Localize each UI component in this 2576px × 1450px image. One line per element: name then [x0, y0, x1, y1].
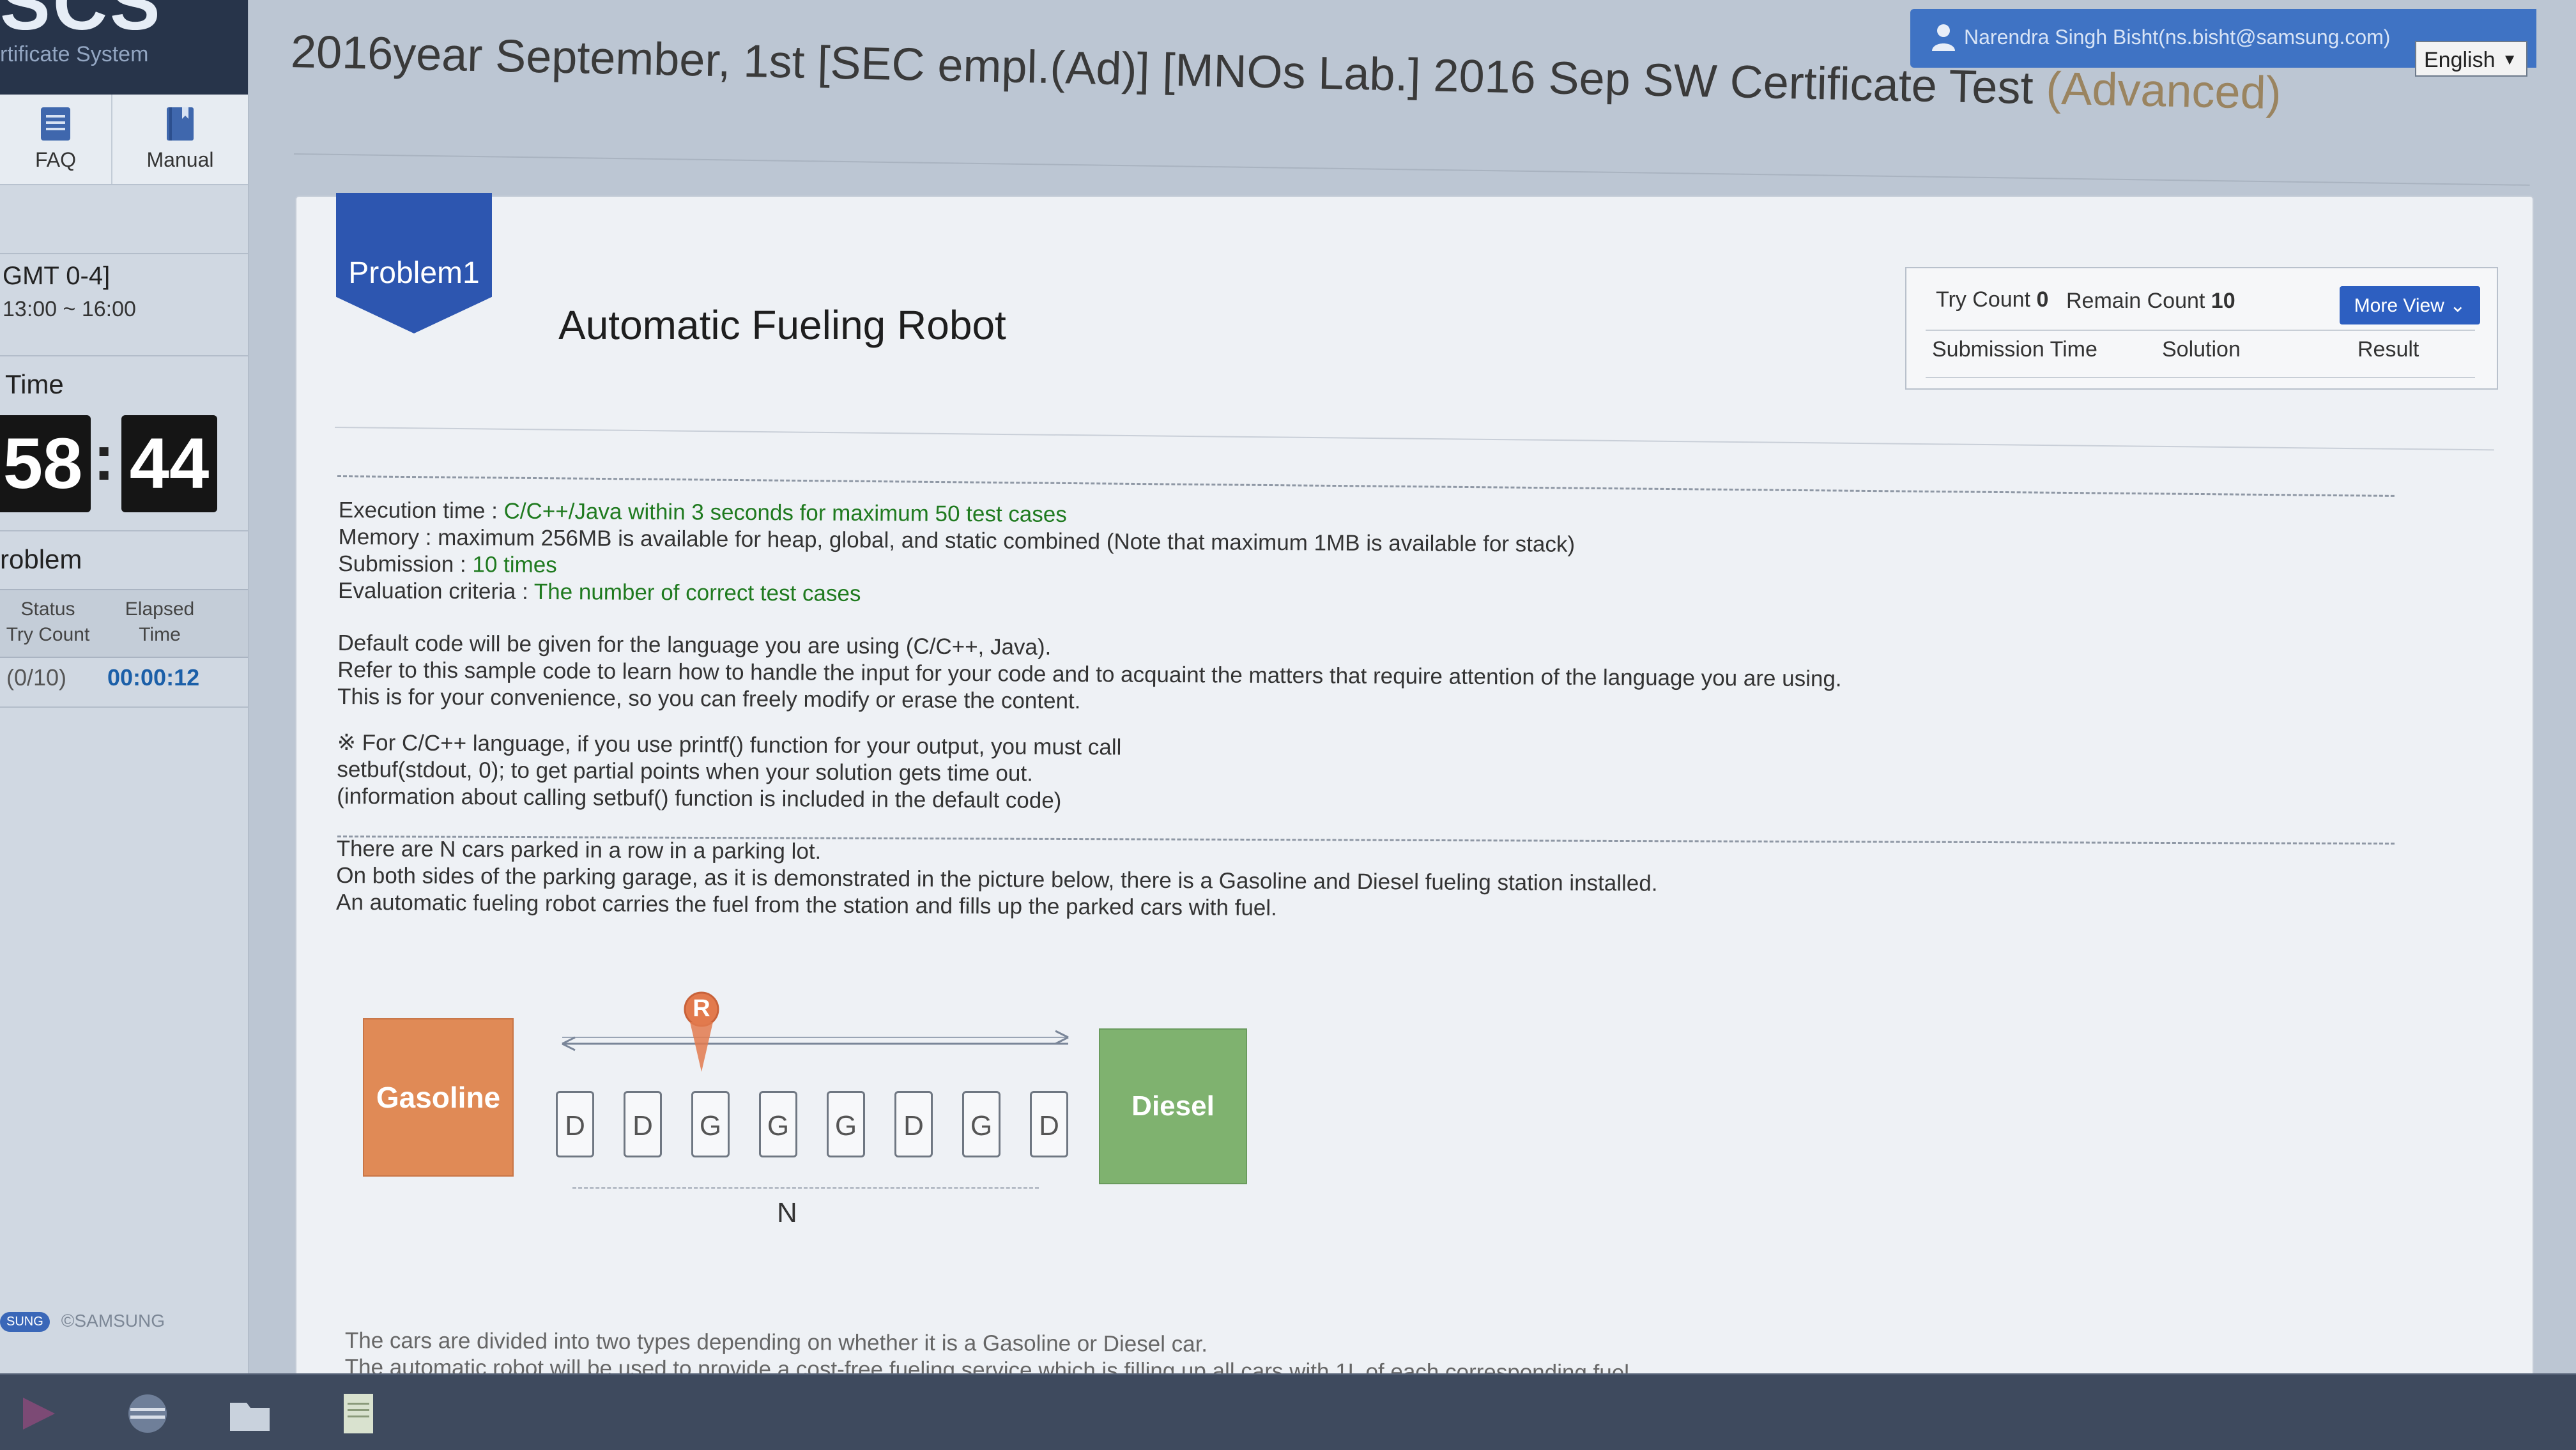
try-count: Try Count 0	[1936, 287, 2048, 312]
try-count-value: (0/10)	[6, 664, 67, 691]
elapsed-header-text: Elapsed Time	[125, 599, 195, 645]
try-count-label: Try Count	[1936, 287, 2031, 312]
folder-icon[interactable]	[224, 1389, 276, 1439]
exam-hours: 13:00 ~ 16:00	[3, 297, 136, 321]
column-solution: Solution	[2162, 337, 2241, 362]
elapsed-header: Elapsed Time	[102, 597, 217, 648]
more-view-button[interactable]: More View ⌄	[2340, 286, 2480, 324]
status-header-text: Status Try Count	[6, 599, 90, 645]
user-name: Narendra Singh Bisht(ns.bisht@samsung.co…	[1964, 26, 2391, 49]
fueling-robot: R	[681, 986, 722, 1076]
remain-count-number: 10	[2211, 289, 2235, 313]
problem-panel: Problem1 Automatic Fueling Robot Try Cou…	[295, 193, 2534, 1393]
language-value: English	[2424, 48, 2496, 72]
sidebar-divider	[0, 253, 248, 254]
car-slot: G	[827, 1091, 865, 1157]
timer-separator: :	[93, 422, 115, 494]
samsung-footer: SUNG ©SAMSUNG	[0, 1311, 165, 1332]
exam-level: (Advanced)	[2045, 63, 2282, 119]
column-submission-time: Submission Time	[1932, 337, 2097, 362]
problem-statement: Execution time : C/C++/Java within 3 sec…	[336, 497, 2447, 929]
manual-label: Manual	[146, 148, 214, 171]
manual-book-icon	[167, 107, 194, 141]
execution-time-value: C/C++/Java within 3 seconds for maximum …	[503, 498, 1067, 527]
problem-section-label: roblem	[0, 544, 82, 574]
quick-links: FAQ Manual	[0, 95, 248, 185]
try-count-number: 0	[2036, 287, 2049, 312]
timer-minutes: 58	[0, 415, 91, 512]
brand-logo: SCS	[0, 0, 163, 46]
os-taskbar	[0, 1373, 2576, 1450]
chevron-down-icon: ▼	[2502, 51, 2517, 68]
timer-seconds: 44	[121, 415, 217, 512]
elapsed-time-value: 00:00:12	[107, 664, 200, 691]
table-divider	[1926, 330, 2475, 331]
dashed-separator	[337, 475, 2395, 497]
remain-count-label: Remain Count	[2066, 289, 2205, 313]
n-label: N	[777, 1197, 797, 1228]
brand-subtitle: rtificate System	[0, 42, 149, 66]
exam-timezone: GMT 0-4] 13:00 ~ 16:00	[0, 262, 248, 322]
samsung-logo: SUNG	[0, 1312, 50, 1332]
n-span-marker	[572, 1187, 1039, 1218]
submission-label: Submission :	[338, 551, 473, 577]
more-view-label: More View	[2354, 295, 2444, 316]
car-slot: D	[624, 1091, 662, 1157]
sidebar-divider	[0, 355, 248, 356]
car-slot: D	[1030, 1091, 1068, 1157]
car-slot: G	[759, 1091, 797, 1157]
robot-track-arrow	[562, 1030, 1069, 1051]
car-slot: G	[962, 1091, 1000, 1157]
sidebar-divider	[0, 706, 248, 708]
gasoline-station: Gasoline	[363, 1018, 514, 1177]
remain-count: Remain Count 10	[2066, 289, 2235, 314]
evaluation-label: Evaluation criteria :	[337, 577, 534, 604]
submission-summary: Try Count 0 Remain Count 10 More View ⌄ …	[1905, 267, 2498, 390]
user-icon	[1932, 24, 1955, 51]
problem-badge-label: Problem1	[348, 256, 480, 290]
media-player-icon[interactable]	[13, 1389, 65, 1439]
browser-icon[interactable]	[121, 1389, 174, 1439]
problem-title: Automatic Fueling Robot	[558, 302, 1006, 348]
panel-divider	[334, 427, 2494, 451]
copyright-text: ©SAMSUNG	[61, 1311, 165, 1331]
faq-label: FAQ	[34, 148, 76, 171]
status-header: Status Try Count	[0, 597, 96, 648]
table-divider	[1926, 377, 2475, 378]
faq-icon	[41, 107, 70, 141]
timezone-label: GMT 0-4]	[3, 262, 111, 290]
execution-time-label: Execution time :	[338, 498, 504, 524]
submission-value: 10 times	[472, 552, 557, 578]
problem-badge: Problem1	[336, 193, 492, 333]
brand-header: SCS rtificate System	[0, 0, 248, 95]
parking-diagram: Gasoline R D D G G G D G D Diesel N	[363, 991, 1321, 1263]
faq-link[interactable]: FAQ	[0, 95, 112, 184]
robot-label: R	[693, 995, 710, 1022]
evaluation-value: The number of correct test cases	[533, 579, 861, 606]
problem-table-header: Status Try Count Elapsed Time	[0, 589, 248, 658]
chevron-down-icon: ⌄	[2450, 295, 2466, 316]
car-slot: D	[894, 1091, 933, 1157]
diesel-station: Diesel	[1099, 1028, 1247, 1184]
column-result: Result	[2358, 337, 2419, 362]
manual-link[interactable]: Manual	[112, 95, 248, 184]
car-slot: D	[556, 1091, 594, 1157]
notepad-icon[interactable]	[332, 1389, 385, 1439]
car-slot: G	[691, 1091, 730, 1157]
sidebar: SCS rtificate System FAQ Manual GMT 0-4]…	[0, 0, 249, 1373]
sidebar-divider	[0, 530, 248, 531]
exam-title-main: 2016year September, 1st [SEC empl.(Ad)] …	[290, 26, 2047, 114]
time-label: Time	[5, 369, 64, 399]
header-divider	[293, 153, 2530, 186]
